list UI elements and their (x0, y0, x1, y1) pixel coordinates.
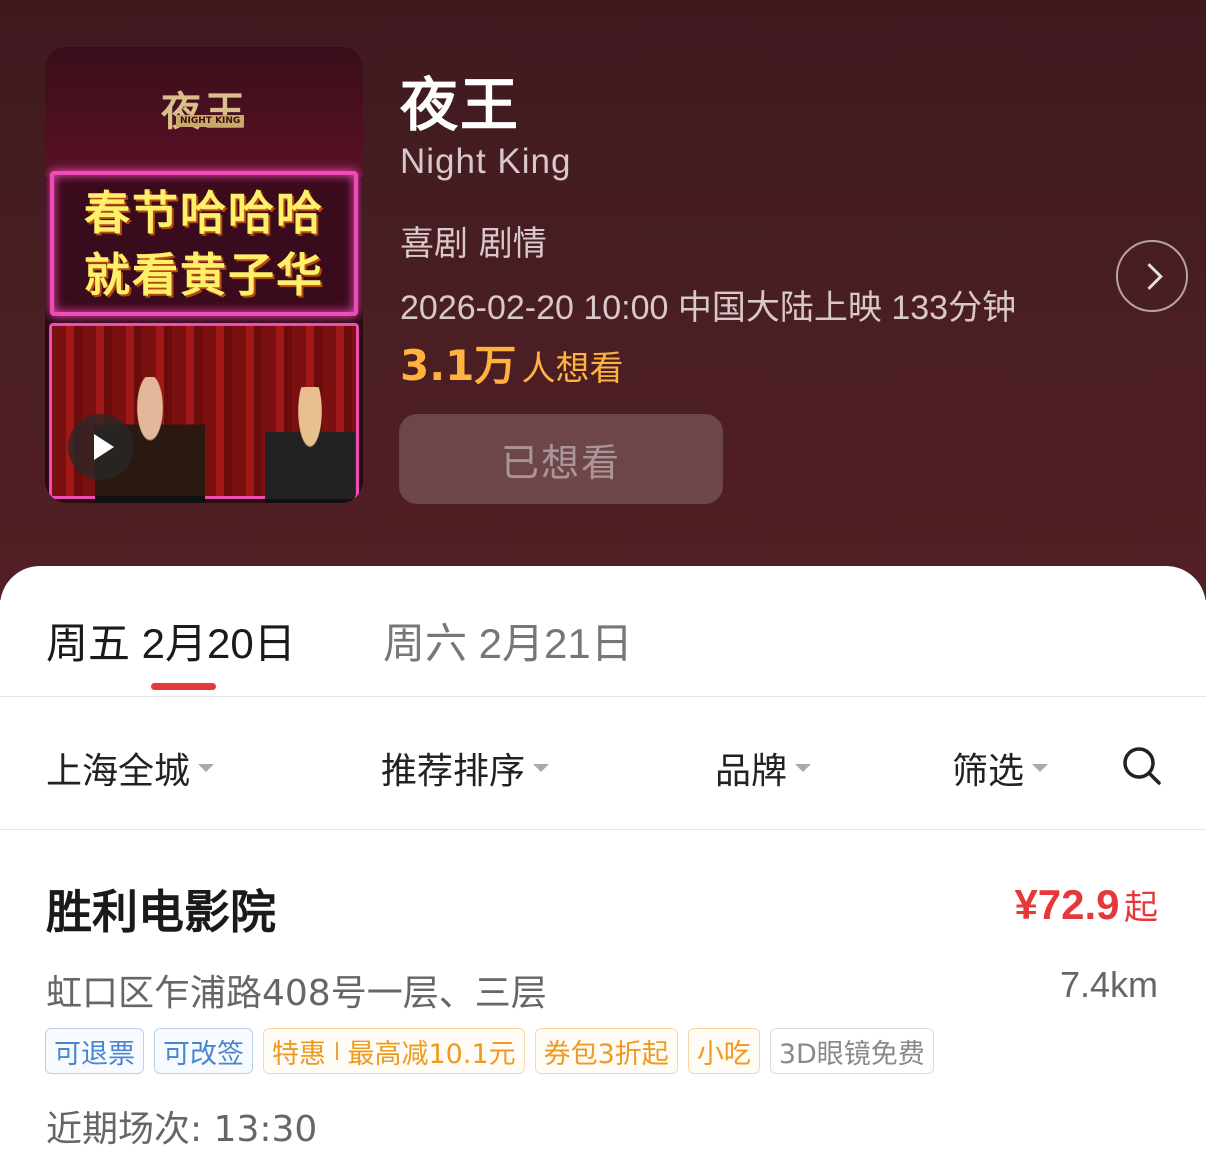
tag-refund: 可退票 (45, 1028, 144, 1074)
price-suffix: 起 (1124, 889, 1158, 927)
want-count-line: 3.1万 人想看 (400, 332, 624, 393)
play-icon[interactable] (68, 414, 134, 480)
filter-sort-label: 推荐排序 (381, 751, 526, 792)
tag-separator (336, 1042, 338, 1060)
tag-change: 可改签 (154, 1028, 253, 1074)
tag-coupon: 券包3折起 (534, 1028, 678, 1074)
want-text: 人想看 (521, 349, 624, 389)
filter-brand-label: 品牌 (715, 751, 788, 792)
filter-city-label: 上海全城 (46, 751, 191, 792)
cinema-name[interactable]: 胜利电影院 (46, 876, 276, 942)
price-value: ¥72.9 (1014, 881, 1120, 928)
chevron-right-icon[interactable] (1116, 240, 1188, 312)
tab-date-0221[interactable]: 周六 2月21日 (383, 610, 633, 671)
tag-deal-detail: 最高减10.1元 (347, 1038, 516, 1070)
showtimes-sheet: 周五 2月20日 周六 2月21日 上海全城 推荐排序 品牌 筛选 胜利电影院 … (0, 566, 1206, 1176)
caret-down-icon (1032, 764, 1049, 772)
poster-logo: 夜王 NIGHT KING (140, 73, 270, 143)
movie-release-info: 2026-02-20 10:00 中国大陆上映 133分钟 (400, 289, 1017, 327)
search-icon[interactable] (1122, 746, 1162, 786)
tag-3d-glasses: 3D眼镜免费 (769, 1028, 934, 1074)
movie-english-title: Night King (400, 142, 572, 181)
caret-down-icon (533, 764, 550, 772)
tag-deal-label: 特惠 (272, 1038, 326, 1070)
tag-snack: 小吃 (687, 1028, 760, 1074)
filter-more[interactable]: 筛选 (952, 742, 1049, 794)
poster-logo-sub: NIGHT KING (176, 115, 245, 127)
cinema-price: ¥72.9 起 (1014, 880, 1158, 929)
tab-divider (0, 696, 1206, 697)
cinema-tags: 可退票 可改签 特惠 最高减10.1元 券包3折起 小吃 3D眼镜免费 (45, 1028, 934, 1074)
movie-title: 夜王 (400, 71, 521, 139)
caret-down-icon (198, 764, 215, 772)
filter-more-label: 筛选 (952, 751, 1025, 792)
poster-actor-right (265, 387, 355, 503)
poster-line-1: 春节哈哈哈 (84, 185, 324, 240)
cinema-address: 虹口区乍浦路408号一层、三层 (46, 973, 547, 1014)
filter-divider (0, 829, 1206, 830)
tab-date-0220[interactable]: 周五 2月20日 (46, 610, 296, 671)
active-tab-indicator (151, 683, 216, 690)
tag-deal: 特惠 最高减10.1元 (263, 1028, 525, 1074)
movie-header: 夜王 NIGHT KING 春节哈哈哈 就看黄子华 夜王 Night King … (0, 0, 1206, 600)
caret-down-icon (795, 764, 812, 772)
movie-genres: 喜剧 剧情 (400, 224, 547, 264)
filter-city[interactable]: 上海全城 (46, 742, 215, 794)
cinema-distance: 7.4km (1059, 964, 1158, 1005)
want-to-watch-button[interactable]: 已想看 (399, 414, 723, 504)
poster-logo-text: 夜王 (161, 88, 249, 135)
recent-showtimes: 近期场次: 13:30 (46, 1109, 318, 1150)
filter-sort[interactable]: 推荐排序 (381, 742, 550, 794)
poster-neon-sign: 春节哈哈哈 就看黄子华 (50, 171, 358, 316)
filter-brand[interactable]: 品牌 (715, 742, 812, 794)
poster-line-2: 就看黄子华 (84, 247, 324, 302)
want-count: 3.1万 (400, 341, 517, 390)
